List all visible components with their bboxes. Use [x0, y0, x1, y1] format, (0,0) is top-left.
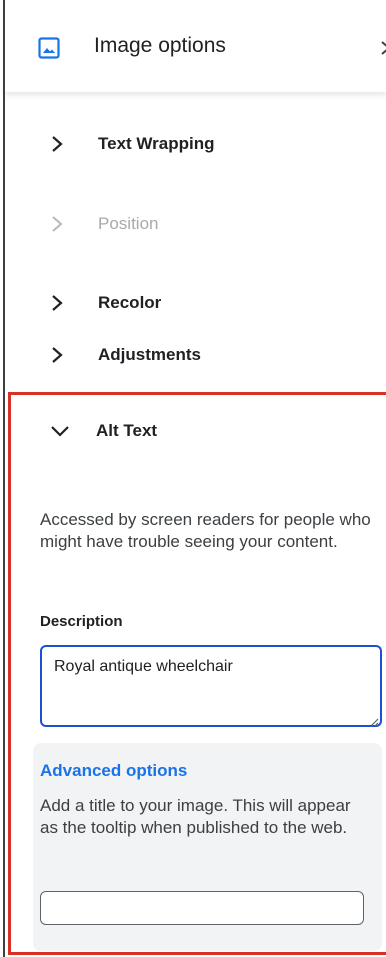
- alt-text-header[interactable]: Alt Text: [11, 395, 386, 465]
- panel-title: Image options: [94, 34, 226, 57]
- section-label: Text Wrapping: [98, 134, 215, 153]
- description-label: Description: [40, 613, 123, 630]
- chevron-right-icon: [49, 215, 65, 233]
- close-chevron-icon[interactable]: [379, 36, 386, 60]
- title-field[interactable]: [40, 891, 364, 925]
- image-icon: [38, 37, 60, 59]
- chevron-right-icon: [49, 294, 65, 312]
- section-label: Position: [98, 214, 159, 233]
- advanced-options-help: Add a title to your image. This will app…: [40, 796, 351, 837]
- alt-text-help: Accessed by screen readers for people wh…: [40, 510, 371, 551]
- section-text-wrapping[interactable]: Text Wrapping: [5, 114, 386, 174]
- section-adjustments[interactable]: Adjustments: [5, 325, 386, 385]
- chevron-down-icon: [50, 424, 70, 438]
- advanced-options-panel: Advanced options Add a title to your ima…: [33, 743, 382, 951]
- section-label: Alt Text: [96, 421, 158, 440]
- section-recolor[interactable]: Recolor: [5, 273, 386, 333]
- section-label: Adjustments: [98, 345, 201, 364]
- description-field[interactable]: Royal antique wheelchair: [40, 645, 382, 727]
- section-position: Position: [5, 194, 386, 254]
- chevron-right-icon: [49, 135, 65, 153]
- section-label: Recolor: [98, 293, 162, 312]
- section-alt-text: Alt Text Accessed by screen readers for …: [8, 392, 386, 955]
- panel-header: Image options: [5, 0, 386, 92]
- advanced-options-title[interactable]: Advanced options: [40, 761, 187, 781]
- chevron-right-icon: [49, 346, 65, 364]
